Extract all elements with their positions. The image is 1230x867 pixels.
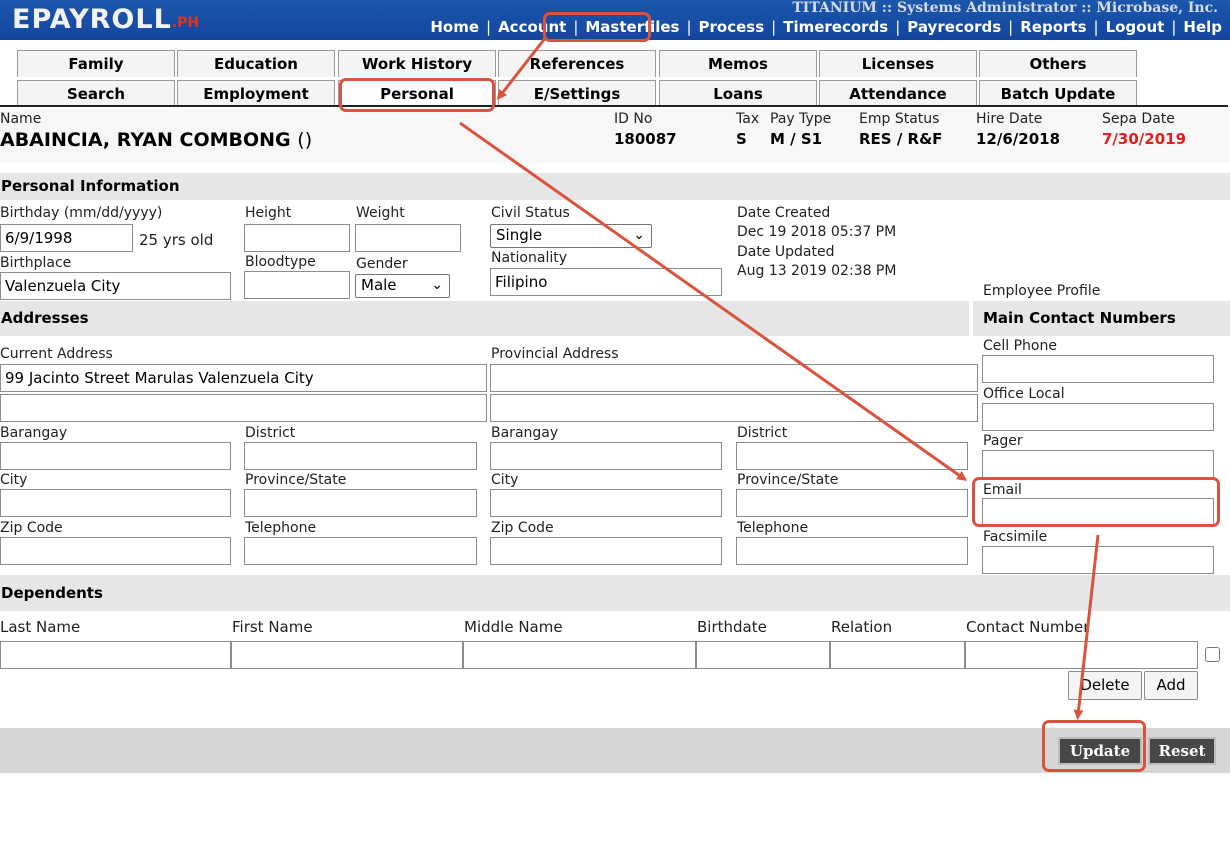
arrow-email-to-update bbox=[1073, 534, 1100, 720]
arrow-personal-to-email bbox=[459, 121, 968, 481]
annotation-arrows bbox=[459, 36, 1100, 720]
arrow-masterfiles-to-personal bbox=[496, 36, 548, 100]
